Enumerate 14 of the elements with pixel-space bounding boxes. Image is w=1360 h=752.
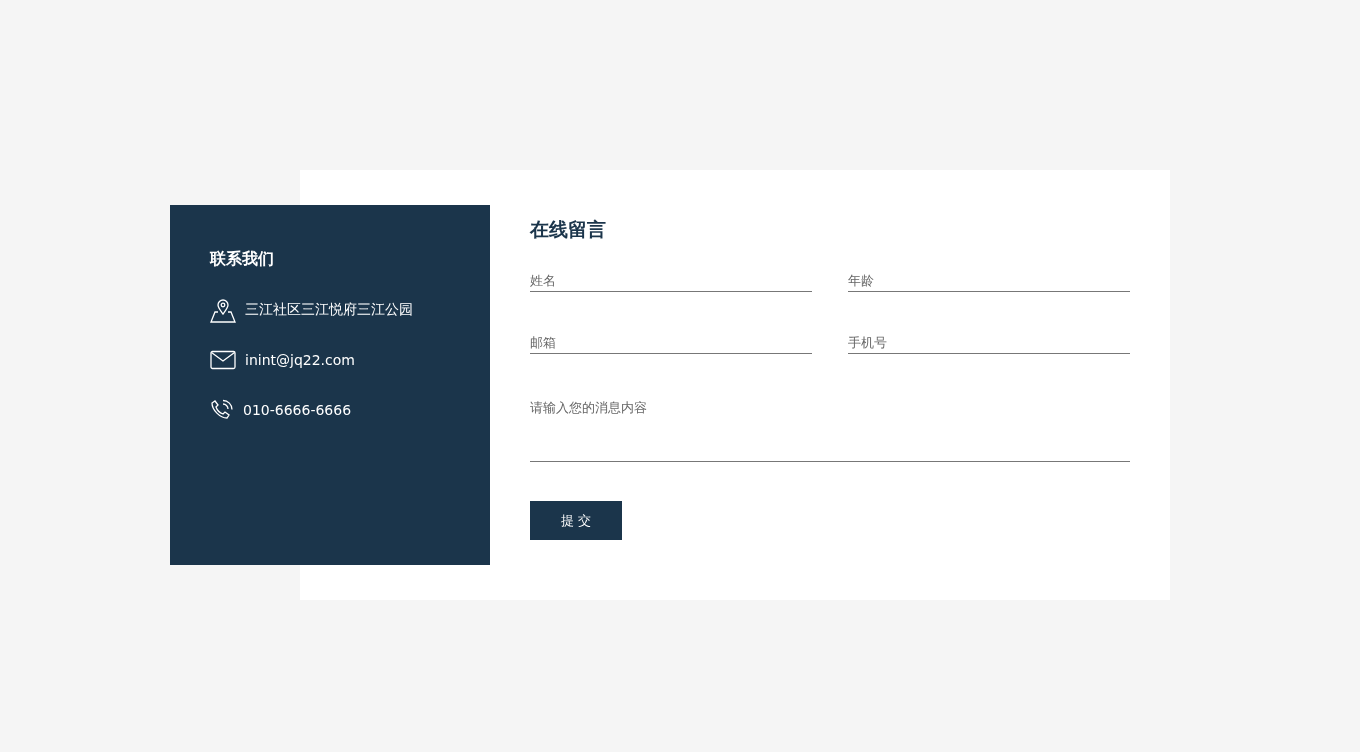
phone-icon — [210, 399, 234, 421]
message-field[interactable]: 请输入您的消息内容 — [530, 396, 1130, 462]
location-pin-icon — [210, 297, 236, 323]
form-title: 在线留言 — [530, 217, 607, 242]
contact-text: 三江社区三江悦府三江公园 — [245, 301, 413, 319]
envelope-icon — [210, 350, 236, 370]
submit-button[interactable]: 提 交 — [530, 501, 622, 540]
contact-text: inint@jq22.com — [245, 352, 355, 368]
input-field[interactable]: 年龄 — [848, 272, 1130, 292]
input-field[interactable]: 手机号 — [848, 334, 1130, 354]
contact-text: 010-6666-6666 — [243, 402, 352, 418]
input-field[interactable]: 邮箱 — [530, 334, 812, 354]
contact-title: 联系我们 — [210, 249, 275, 269]
input-field[interactable]: 姓名 — [530, 272, 812, 292]
